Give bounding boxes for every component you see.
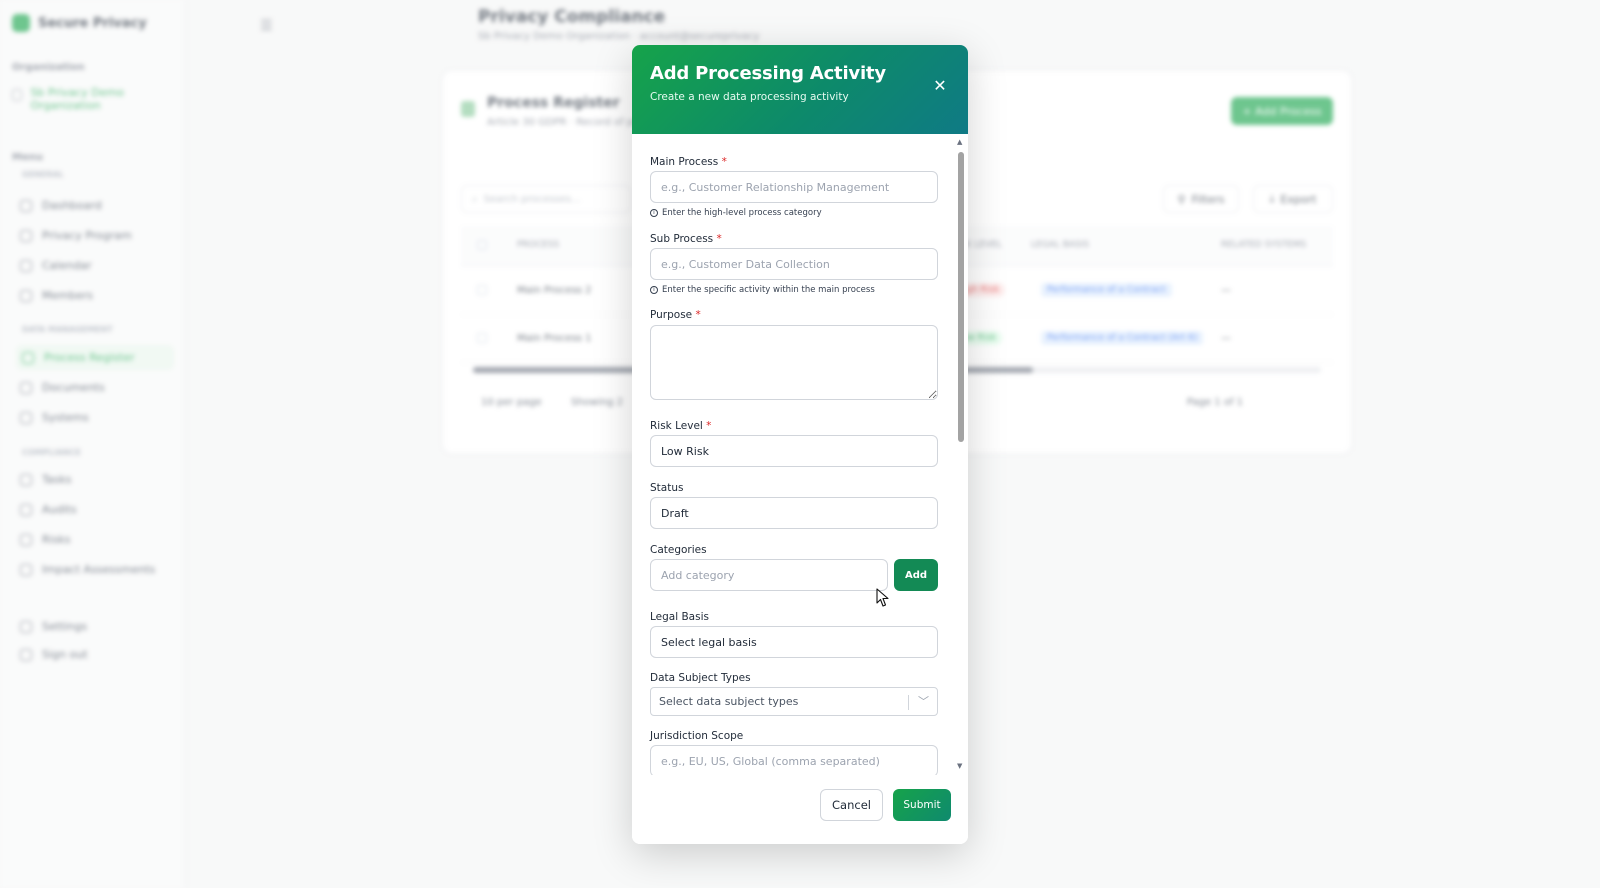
required-marker: * [716, 233, 722, 245]
selected-value: Draft [661, 506, 689, 520]
legal-basis-label: Legal Basis [650, 611, 709, 623]
label-text: Main Process [650, 156, 719, 168]
required-marker: * [695, 309, 701, 321]
scrollbar-thumb[interactable] [958, 152, 964, 442]
jurisdiction-scope-label: Jurisdiction Scope [650, 730, 744, 742]
sub-process-hint: i Enter the specific activity within the … [650, 285, 875, 295]
cancel-button[interactable]: Cancel [820, 789, 883, 821]
data-subject-types-select[interactable]: Select data subject types ﹀ [650, 687, 938, 716]
modal-title: Add Processing Activity [650, 63, 886, 84]
modal-vertical-scrollbar[interactable]: ▲ ▼ [957, 138, 965, 770]
legal-basis-select[interactable]: Select legal basis [650, 626, 938, 658]
required-marker: * [721, 156, 727, 168]
label-text: Risk Level [650, 420, 703, 432]
add-category-button[interactable]: Add [894, 559, 938, 591]
chevron-down-icon[interactable]: ﹀ [918, 693, 929, 709]
category-input[interactable] [650, 559, 888, 591]
scroll-up-icon[interactable]: ▲ [957, 138, 962, 146]
modal-footer: Cancel Submit [632, 775, 968, 844]
status-label: Status [650, 482, 684, 494]
jurisdiction-scope-input[interactable] [650, 745, 938, 775]
hint-text: Enter the specific activity within the m… [662, 285, 875, 295]
risk-level-label: Risk Level * [650, 420, 711, 432]
categories-label: Categories [650, 544, 707, 556]
selected-value: Select legal basis [661, 635, 757, 649]
add-processing-activity-modal: Add Processing Activity Create a new dat… [632, 45, 968, 844]
info-icon: i [650, 286, 658, 294]
close-icon[interactable]: ✕ [930, 75, 950, 95]
main-process-input[interactable] [650, 171, 938, 203]
label-text: Sub Process [650, 233, 714, 245]
sub-process-input[interactable] [650, 248, 938, 280]
selected-value: Low Risk [661, 444, 709, 458]
sub-process-label: Sub Process * [650, 233, 722, 245]
data-subject-types-label: Data Subject Types [650, 672, 751, 684]
modal-header: Add Processing Activity Create a new dat… [632, 45, 968, 134]
submit-button[interactable]: Submit [893, 789, 951, 821]
label-text: Purpose [650, 309, 693, 321]
select-separator [908, 695, 909, 710]
main-process-label: Main Process * [650, 156, 727, 168]
info-icon: i [650, 209, 658, 217]
main-process-hint: i Enter the high-level process category [650, 208, 822, 218]
purpose-textarea[interactable] [650, 325, 938, 400]
modal-subtitle: Create a new data processing activity [650, 91, 849, 103]
required-marker: * [706, 420, 712, 432]
risk-level-select[interactable]: Low Risk [650, 435, 938, 467]
purpose-label: Purpose * [650, 309, 701, 321]
scroll-down-icon[interactable]: ▼ [957, 762, 962, 770]
status-select[interactable]: Draft [650, 497, 938, 529]
hint-text: Enter the high-level process category [662, 208, 822, 218]
modal-form[interactable]: Main Process * i Enter the high-level pro… [632, 134, 968, 775]
mouse-cursor-icon [876, 588, 889, 607]
select-placeholder: Select data subject types [659, 695, 799, 708]
